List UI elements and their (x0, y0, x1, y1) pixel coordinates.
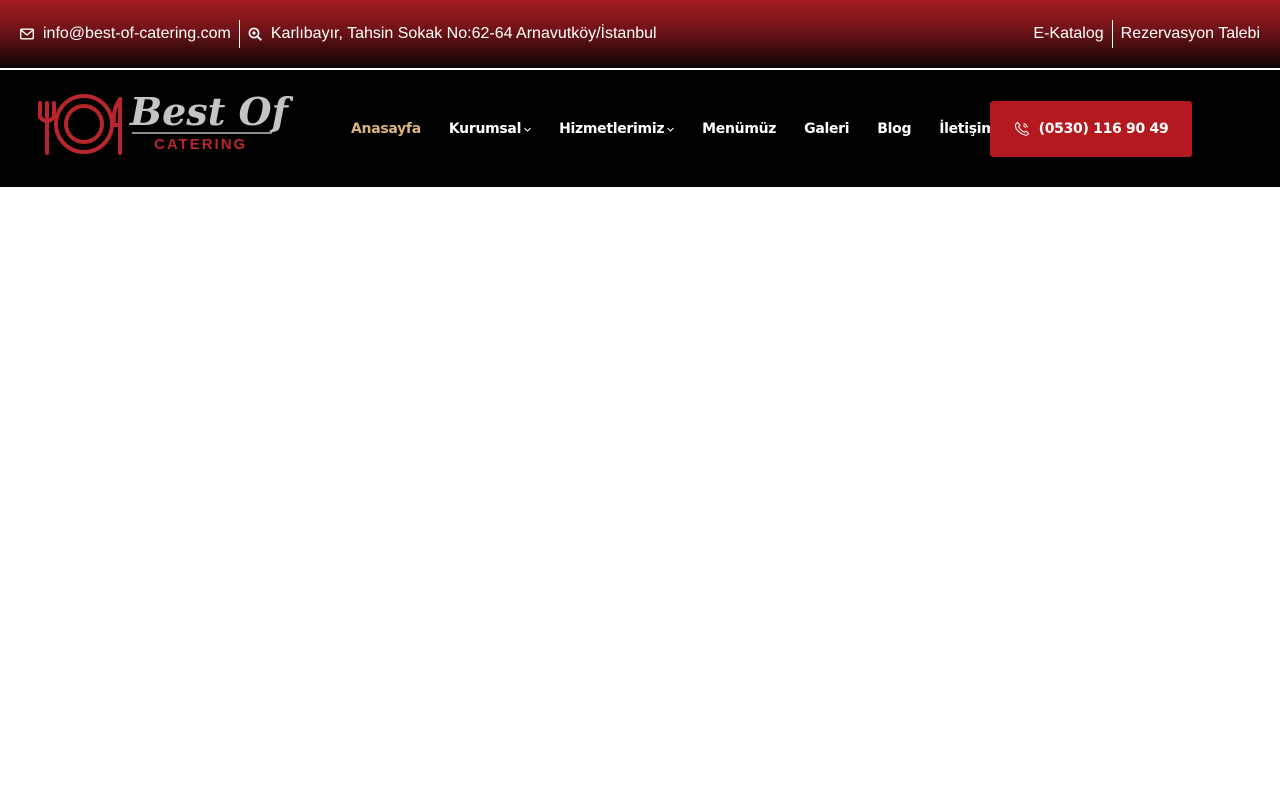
logo-title: Best Of (130, 89, 288, 134)
nav-item-corporate[interactable]: Kurumsal (449, 121, 531, 137)
address-text: Karlıbayır, Tahsin Sokak No:62-64 Arnavu… (270, 25, 657, 42)
email-link[interactable]: info@best-of-catering.com (20, 25, 231, 43)
nav-item-label: İletişim (939, 121, 996, 137)
envelope-icon (20, 27, 34, 41)
top-links: E-Katalog Rezervasyon Talebi (1033, 20, 1260, 48)
nav-item-label: Blog (877, 121, 912, 137)
fork-plate-knife-icon (38, 94, 122, 155)
nav-item-contact[interactable]: İletişim (939, 121, 996, 137)
nav-item-label: Menümüz (702, 121, 777, 137)
top-info-bar: info@best-of-catering.com Karlıbayır, Ta… (0, 0, 1280, 68)
phone-icon (1014, 121, 1030, 137)
logo-underline (132, 132, 272, 134)
nav-item-menu[interactable]: Menümüz (702, 121, 776, 137)
reservation-request-link[interactable]: Rezervasyon Talebi (1121, 25, 1260, 43)
e-catalog-link[interactable]: E-Katalog (1033, 25, 1103, 43)
address-link[interactable]: Karlıbayır, Tahsin Sokak No:62-64 Arnavu… (248, 25, 657, 43)
nav-item-label: Galeri (804, 121, 850, 137)
nav-item-blog[interactable]: Blog (877, 121, 911, 137)
nav-item-label: Kurumsal (448, 121, 522, 137)
divider (238, 20, 240, 48)
chevron-down-icon (524, 126, 531, 133)
chevron-down-icon (667, 126, 675, 133)
nav-item-gallery[interactable]: Galeri (804, 121, 849, 137)
contact-info: info@best-of-catering.com Karlıbayır, Ta… (20, 20, 657, 48)
divider (1111, 20, 1113, 48)
logo-subtitle: CATERING (154, 136, 248, 153)
site-logo[interactable]: Best Of CATERING (36, 89, 288, 159)
nav-item-label: Anasayfa (351, 121, 421, 137)
email-text: info@best-of-catering.com (43, 25, 231, 42)
nav-item-services[interactable]: Hizmetlerimiz (559, 121, 675, 137)
main-header: Best Of CATERING Anasayfa Kurumsal Hizme… (0, 70, 1280, 187)
nav-item-label: Hizmetlerimiz (559, 121, 665, 137)
phone-number: (0530) 116 90 49 (1038, 121, 1169, 137)
map-search-icon (248, 27, 262, 41)
nav-item-home[interactable]: Anasayfa (351, 121, 421, 137)
main-nav: Anasayfa Kurumsal Hizmetlerimiz Menümüz … (351, 118, 996, 140)
main-content (0, 187, 1280, 800)
call-phone-button[interactable]: (0530) 116 90 49 (990, 101, 1192, 157)
